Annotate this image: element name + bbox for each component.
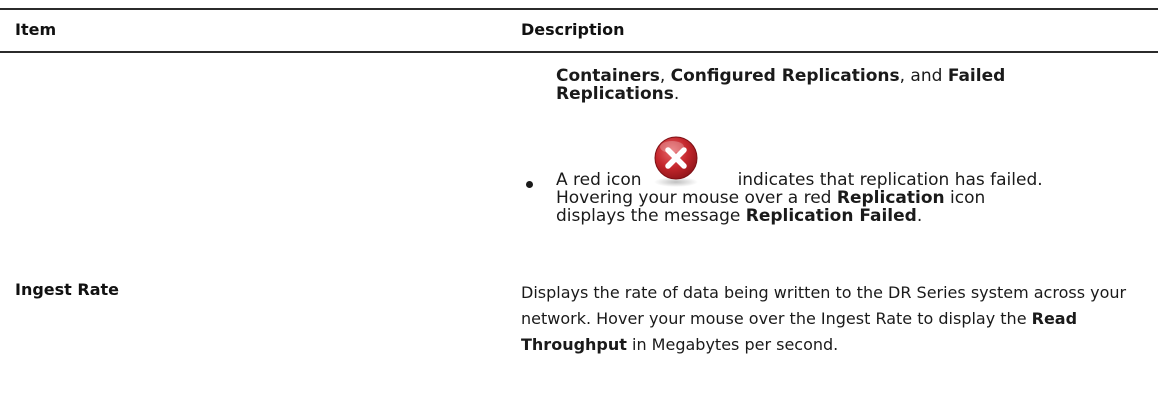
bullet-dot [526, 181, 533, 188]
bullet-text-pre: A red icon [556, 170, 642, 190]
term-failed: Failed [947, 66, 1006, 86]
column-header-description: Description [521, 20, 625, 39]
table-top-rule [0, 8, 1158, 10]
bullet-red-icon: A red icon indicates that replication has… [556, 171, 1156, 225]
bullet-line3-pre: displays the message [556, 206, 746, 226]
bullet-line2-post: icon [944, 188, 986, 208]
bullet-line2-pre: Hovering your mouse over a red [556, 188, 837, 208]
separator-and: , and [899, 66, 948, 86]
bullet-line3-post: . [916, 206, 923, 226]
terminal-period: . [673, 84, 680, 104]
term-replications: Replications [556, 84, 674, 104]
term-containers: Containers [556, 66, 660, 86]
table-header-rule [0, 51, 1158, 53]
bullet-text-post: indicates that replication has failed. [737, 170, 1043, 190]
table-row-description-ingest-rate: Displays the rate of data being written … [521, 280, 1151, 358]
column-header-item: Item [15, 20, 57, 39]
continued-description: Containers, Configured Replications, and… [556, 67, 1156, 103]
term-configured-replications: Configured Replications [670, 66, 900, 86]
term-replication: Replication [836, 188, 945, 208]
ingest-desc-part2: in Megabytes per second. [626, 335, 839, 354]
table-row-item-ingest-rate: Ingest Rate [15, 280, 120, 299]
term-replication-failed: Replication Failed [745, 206, 917, 226]
separator-comma: , [659, 66, 671, 86]
